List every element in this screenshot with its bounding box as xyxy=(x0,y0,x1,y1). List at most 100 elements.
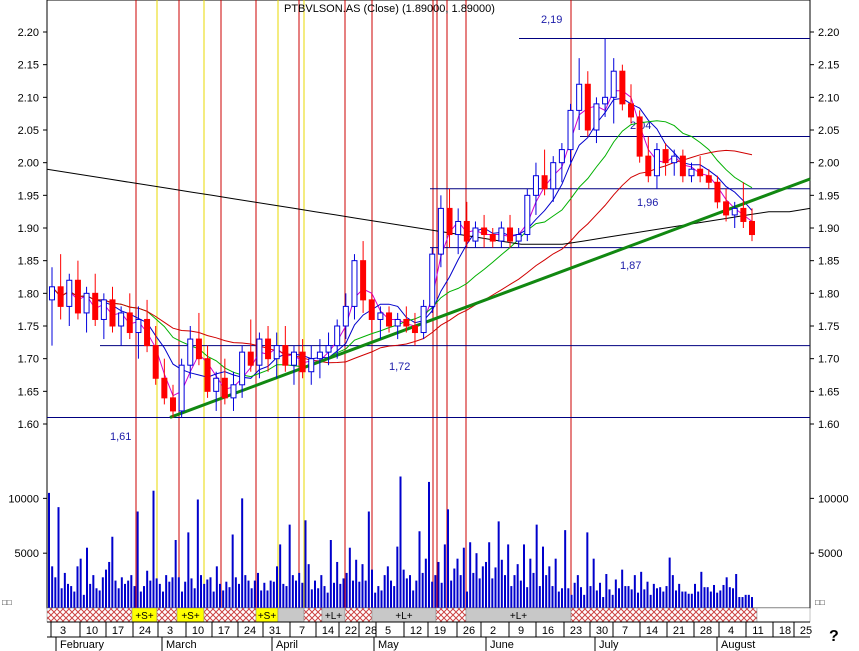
day-tick-label: 22 xyxy=(345,625,357,637)
candle-body xyxy=(602,96,609,105)
candle-body xyxy=(118,312,125,327)
candle-body xyxy=(144,318,151,347)
candle-body xyxy=(308,358,315,373)
candle-body xyxy=(299,351,306,373)
day-tick-label: 16 xyxy=(542,625,554,637)
day-tick-label: 21 xyxy=(673,625,685,637)
candle-body xyxy=(83,292,90,314)
day-tick-label: 19 xyxy=(434,625,446,637)
candle-body xyxy=(446,207,453,236)
vol-tick-label-left: 10000 xyxy=(8,493,39,505)
month-label: June xyxy=(490,639,514,651)
y-tick-label-right: 1.90 xyxy=(818,223,839,235)
candle-body xyxy=(230,384,237,399)
candle-body xyxy=(204,358,211,392)
support-level-label: 1,96 xyxy=(637,197,658,209)
day-tick-label: 4 xyxy=(728,625,734,637)
candle-body xyxy=(593,103,600,131)
month-label: July xyxy=(599,639,619,651)
signal-strip-segment xyxy=(570,607,758,623)
y-tick-label-left: 1.75 xyxy=(18,321,39,333)
candlestick-chart: 2.20 2.20 2.15 2.15 2.10 2.10 2.05 2.05 2.00 2.00… xyxy=(2,0,849,651)
y-tick-label-left: 2.15 xyxy=(18,60,39,72)
month-label: February xyxy=(60,639,105,651)
support-level-label: 2,19 xyxy=(541,14,562,26)
candle-body xyxy=(463,220,470,242)
day-tick-label: 18 xyxy=(779,625,791,637)
candle-body xyxy=(524,194,531,236)
month-label: April xyxy=(276,639,298,651)
signal-strip-tail xyxy=(756,607,811,623)
candle-body xyxy=(653,149,660,177)
support-level-label: 1,87 xyxy=(620,260,641,272)
candle-body xyxy=(679,155,686,177)
day-tick-label: 3 xyxy=(167,625,173,637)
candle-body xyxy=(507,227,514,242)
y-tick-label-right: 2.15 xyxy=(818,60,839,72)
day-tick-label: 14 xyxy=(322,625,334,637)
candle-body xyxy=(567,109,574,151)
candle-body xyxy=(66,279,73,307)
day-tick-label: 24 xyxy=(139,625,151,637)
scroll-left-icon: □□ xyxy=(2,598,12,607)
candle-body xyxy=(239,351,246,386)
signal-strip-segment xyxy=(303,607,323,623)
day-tick-label: 28 xyxy=(365,625,377,637)
y-tick-label-left: 1.70 xyxy=(18,354,39,366)
day-tick-label: 30 xyxy=(596,625,608,637)
candle-body xyxy=(628,103,635,118)
candle-body xyxy=(619,70,626,105)
candle-body xyxy=(325,345,332,353)
y-tick-label-left: 1.65 xyxy=(18,386,39,398)
candle-body xyxy=(152,345,159,379)
day-tick-label: 23 xyxy=(570,625,582,637)
candle-body xyxy=(420,305,427,334)
month-label: May xyxy=(378,639,399,651)
scroll-right-icon: □□ xyxy=(815,598,825,607)
candle-body xyxy=(377,312,384,320)
signal-strip-segment xyxy=(156,607,178,623)
signal-strip-segment xyxy=(46,607,133,623)
vol-tick-label-right: 5000 xyxy=(818,548,842,560)
candle-body xyxy=(247,351,254,366)
candle-body xyxy=(489,234,496,242)
y-tick-label-right: 1.75 xyxy=(818,321,839,333)
candle-body xyxy=(532,175,539,196)
candle-body xyxy=(135,318,142,334)
candle-body xyxy=(195,338,202,360)
y-tick-label-left: 1.95 xyxy=(18,190,39,202)
support-level-label: 1,61 xyxy=(110,431,131,443)
vol-tick-label-left: 5000 xyxy=(15,548,39,560)
day-tick-label: 7 xyxy=(299,625,305,637)
candle-body xyxy=(688,168,695,177)
signal-strip-segment xyxy=(435,607,467,623)
candle-body xyxy=(610,70,617,98)
candle-body xyxy=(472,227,479,242)
candle-body xyxy=(515,234,522,242)
candle-body xyxy=(316,351,323,360)
candle-body xyxy=(57,286,64,307)
candle-body xyxy=(213,377,220,392)
y-tick-label-left: 2.10 xyxy=(18,92,39,104)
candle-body xyxy=(256,338,263,366)
candle-body xyxy=(498,227,505,242)
y-tick-label-right: 1.85 xyxy=(818,256,839,268)
y-tick-label-left: 1.60 xyxy=(18,419,39,431)
day-tick-label: 28 xyxy=(700,625,712,637)
candle-body xyxy=(265,338,272,360)
candle-body xyxy=(541,175,548,190)
candle-body xyxy=(360,260,367,301)
day-tick-label: 10 xyxy=(86,625,98,637)
candle-body xyxy=(558,149,565,164)
signal-strip-label: +L+ xyxy=(325,611,342,622)
candle-body xyxy=(749,220,755,236)
candle-body xyxy=(169,397,176,412)
candle-body xyxy=(723,201,730,216)
day-tick-label: 17 xyxy=(112,625,124,637)
candle-body xyxy=(714,181,721,203)
day-tick-label: 3 xyxy=(60,625,66,637)
signal-strip-segment xyxy=(203,607,257,623)
month-label: March xyxy=(166,639,197,651)
help-icon[interactable]: ? xyxy=(829,628,839,646)
candle-body xyxy=(437,207,444,255)
